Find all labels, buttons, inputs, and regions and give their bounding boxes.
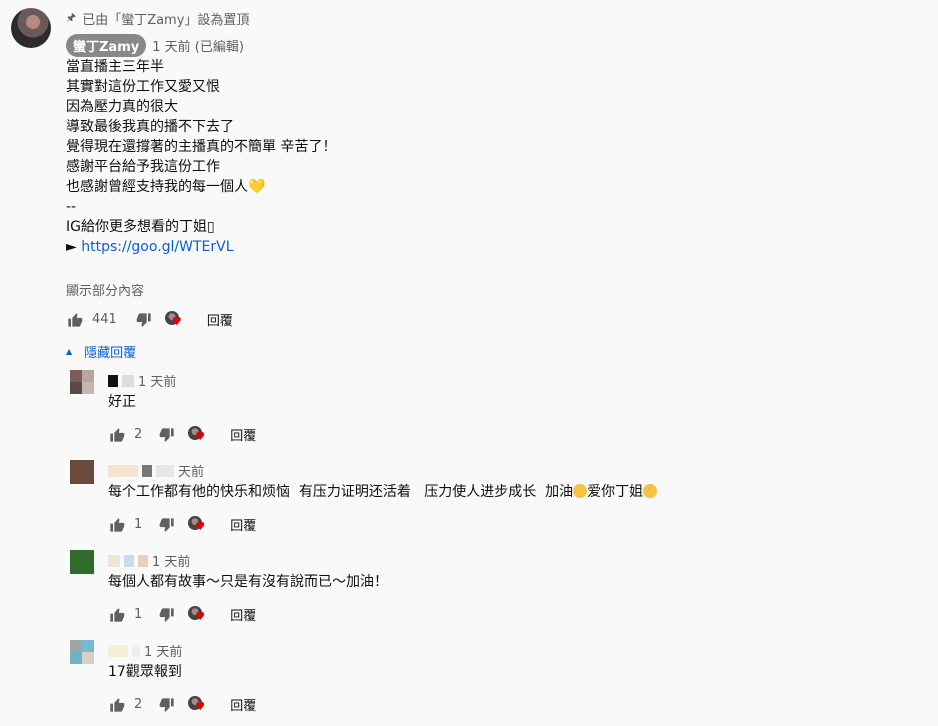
reply-header: 1 天前 xyxy=(108,371,176,390)
reply-text-row: 每个工作都有他的快乐和烦恼 有压力证明还活着 压力使人进步成长 加油 爱你丁姐 xyxy=(108,482,658,502)
reply-author-name-blur xyxy=(156,464,174,477)
caret-up-icon: ▲ xyxy=(66,347,73,356)
thumbs-up-icon[interactable] xyxy=(108,606,126,624)
like-count: 2 xyxy=(134,697,143,712)
reply-button[interactable]: 回覆 xyxy=(207,310,233,329)
reply-text: 每個人都有故事～只是有沒有說而已～加油！ xyxy=(108,574,388,590)
reply-time[interactable]: 1 天前 xyxy=(138,371,176,390)
hide-replies-label: 隱藏回覆 xyxy=(84,346,137,361)
reply-author-name-blur xyxy=(142,464,152,477)
reply-time[interactable]: 1 天前 xyxy=(152,551,190,570)
comment-line-ig: IG給你更多想看的丁姐▯ xyxy=(66,217,336,237)
reply-actions: 1 ♥ 回覆 xyxy=(108,605,256,624)
comment-line: 導致最後我真的播不下去了 xyxy=(66,119,234,135)
reply-avatar[interactable] xyxy=(70,550,94,578)
creator-heart-icon: ♥ xyxy=(188,605,206,624)
reply-actions: 2 ♥ 回覆 xyxy=(108,425,256,444)
pinned-text: 已由「蠻丁Zamy」設為置頂 xyxy=(82,13,250,28)
kissing-face-icon xyxy=(643,484,658,498)
show-less-button[interactable]: 顯示部分內容 xyxy=(66,280,144,299)
comment-line: 感謝平台給予我這份工作 xyxy=(66,159,220,175)
reply-actions: 2 ♥ 回覆 xyxy=(108,695,256,714)
author-name-badge[interactable]: 蠻丁Zamy xyxy=(66,34,147,57)
pinned-label: 🖈 已由「蠻丁Zamy」設為置頂 xyxy=(66,9,249,28)
reply-avatar[interactable] xyxy=(70,370,94,398)
reply-text-tail: 爱你丁姐 xyxy=(587,484,644,500)
reply-text: 好正 xyxy=(108,394,136,410)
creator-heart-icon: ♥ xyxy=(164,310,183,329)
thumbs-down-icon[interactable] xyxy=(158,606,176,624)
reply-button[interactable]: 回覆 xyxy=(230,695,256,714)
comment-line: 當直播主三年半 xyxy=(66,59,164,75)
reply-actions: 1 ♥ 回覆 xyxy=(108,515,256,534)
reply-header: 天前 xyxy=(108,461,204,480)
ig-link[interactable]: https://goo.gl/WTErVL xyxy=(81,239,233,255)
reply-text: 每个工作都有他的快乐和烦恼 有压力证明还活着 压力使人进步成长 加油 xyxy=(108,484,574,500)
thumbs-down-icon[interactable] xyxy=(158,426,176,444)
reply-author-name-blur xyxy=(124,554,134,567)
comment-link-line: ► https://goo.gl/WTErVL xyxy=(66,237,336,257)
comment-line: 其實對這份工作又愛又恨 xyxy=(66,79,220,95)
comment-line: 因為壓力真的很大 xyxy=(66,99,178,115)
comment-line: IG給你更多想看的丁姐 xyxy=(66,219,207,235)
pin-icon: 🖈 xyxy=(66,11,77,24)
like-count: 441 xyxy=(92,312,117,327)
reply-button[interactable]: 回覆 xyxy=(230,515,256,534)
reply-button[interactable]: 回覆 xyxy=(230,425,256,444)
hide-replies-button[interactable]: ▲ 隱藏回覆 xyxy=(66,342,136,361)
reply-header: 1 天前 xyxy=(108,641,182,660)
reply-author-name[interactable] xyxy=(108,644,128,657)
reply-author-name-blur xyxy=(122,374,134,387)
reply-author-name[interactable] xyxy=(108,554,120,567)
reply-avatar[interactable] xyxy=(70,640,94,668)
comment-line: 也感謝曾經支持我的每一個人 xyxy=(66,179,248,195)
reply-author-name-blur xyxy=(138,554,148,567)
comment-header: 蠻丁Zamy 1 天前 (已編輯) xyxy=(66,34,244,57)
creator-heart-icon: ♥ xyxy=(188,515,206,534)
reply-button[interactable]: 回覆 xyxy=(230,605,256,624)
reply-author-name[interactable] xyxy=(108,374,118,387)
reply-author-name[interactable] xyxy=(108,464,138,477)
creator-heart-icon: ♥ xyxy=(188,425,206,444)
author-avatar[interactable] xyxy=(11,8,51,48)
comment-time[interactable]: 1 天前 (已編輯) xyxy=(152,36,244,55)
creator-heart-icon: ♥ xyxy=(188,695,206,714)
comment-actions: 441 ♥ 回覆 xyxy=(66,310,233,329)
unknown-glyph: ▯ xyxy=(206,219,215,235)
reply-avatar[interactable] xyxy=(70,460,94,488)
reply-time[interactable]: 天前 xyxy=(178,461,204,480)
reply-header: 1 天前 xyxy=(108,551,190,570)
like-count: 1 xyxy=(134,607,143,622)
reply-time[interactable]: 1 天前 xyxy=(144,641,182,660)
comment-line: 覺得現在還撐著的主播真的不簡單 辛苦了！ xyxy=(66,139,337,155)
play-arrow-icon: ► xyxy=(66,239,77,255)
thumbs-down-icon[interactable] xyxy=(158,696,176,714)
comment-line-with-emoji: 也感謝曾經支持我的每一個人💛 xyxy=(66,177,336,197)
thumbs-up-icon[interactable] xyxy=(108,426,126,444)
smiling-face-icon xyxy=(573,484,588,498)
reply-author-name-blur xyxy=(132,644,140,657)
like-count: 1 xyxy=(134,517,143,532)
comment-line: -- xyxy=(66,199,77,215)
thumbs-up-icon[interactable] xyxy=(108,696,126,714)
thumbs-down-icon[interactable] xyxy=(158,516,176,534)
yellow-heart-icon: 💛 xyxy=(248,179,266,195)
like-count: 2 xyxy=(134,427,143,442)
thumbs-up-icon[interactable] xyxy=(108,516,126,534)
comment-body: 當直播主三年半 其實對這份工作又愛又恨 因為壓力真的很大 導致最後我真的播不下去… xyxy=(66,57,336,257)
thumbs-down-icon[interactable] xyxy=(135,311,153,329)
thumbs-up-icon[interactable] xyxy=(66,311,84,329)
reply-text: 17觀眾報到 xyxy=(108,664,182,680)
